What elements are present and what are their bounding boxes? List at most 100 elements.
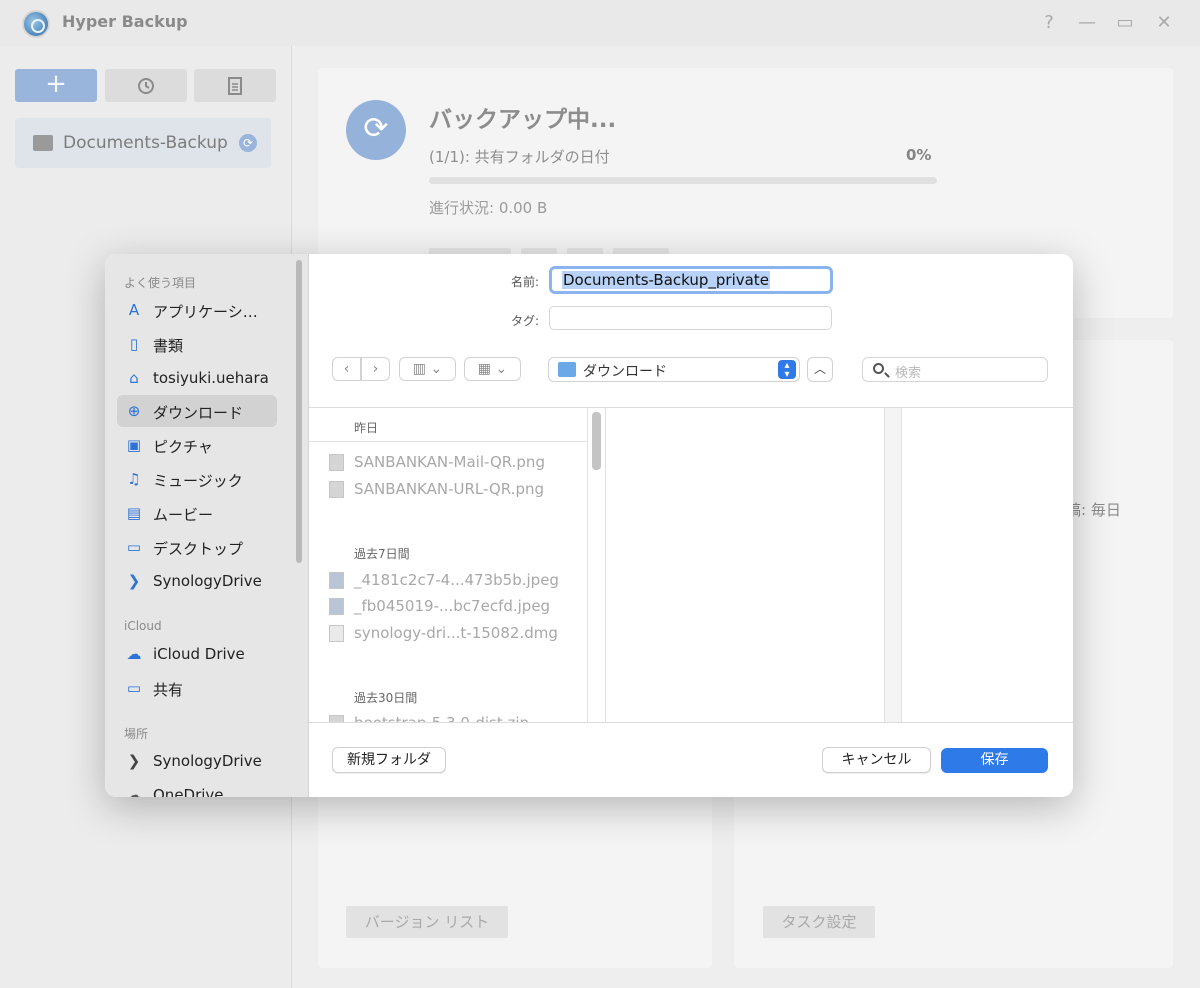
appstore-icon: A: [128, 301, 140, 319]
sidebar-item-music[interactable]: ♫ ミュージック: [117, 463, 277, 495]
tag-field[interactable]: [549, 306, 832, 330]
sidebar-item-desktop[interactable]: ▭ デスクトップ: [117, 531, 277, 563]
view-mode-button[interactable]: ▥ ⌄: [399, 357, 456, 381]
schedule-value: 毎日: [1090, 501, 1121, 519]
forward-button[interactable]: ›: [361, 357, 390, 381]
add-task-button[interactable]: +: [15, 69, 97, 102]
sidebar-item-icloud-drive[interactable]: ☁ iCloud Drive: [117, 638, 277, 670]
grid-icon: ▦: [477, 361, 492, 377]
downloads-folder-icon: [558, 362, 576, 377]
file-column-scrollbar[interactable]: [592, 412, 601, 470]
sidebar-item-downloads[interactable]: ⊕ ダウンロード: [117, 395, 277, 427]
qr-image-icon: [329, 481, 344, 498]
film-icon: ▤: [126, 504, 142, 522]
sidebar-item-synologydrive-location[interactable]: ❯ SynologyDrive: [117, 745, 277, 777]
task-settings-button[interactable]: タスク設定: [763, 906, 875, 938]
new-folder-button[interactable]: 新規フォルダ: [332, 747, 446, 773]
settings-panel: タスク設定: [734, 796, 1173, 968]
name-field[interactable]: Documents-Backup_private: [549, 266, 833, 294]
locations-heading: 場所: [124, 727, 149, 741]
sidebar-item-shared[interactable]: ▭ 共有: [117, 672, 277, 704]
sidebar-item-label: SynologyDrive: [153, 572, 262, 590]
file-item[interactable]: synology-dri...t-15082.dmg: [329, 622, 579, 644]
nas-icon: [33, 135, 53, 151]
sidebar-item-synologydrive[interactable]: ❯ SynologyDrive: [117, 565, 277, 597]
sidebar-item-label: デスクトップ: [153, 540, 244, 558]
file-name: bootstrap-5.3.0-dist.zip: [354, 714, 529, 722]
group-heading-yesterday: 昨日: [354, 421, 379, 435]
columns-icon: ▥: [412, 361, 427, 377]
file-item[interactable]: _4181c2c7-4...473b5b.jpeg: [329, 569, 579, 591]
cloud-icon: ☁: [126, 645, 142, 663]
file-name: _fb045019-...bc7ecfd.jpeg: [354, 597, 551, 615]
desktop-icon: ▭: [126, 538, 142, 556]
location-select[interactable]: ダウンロード ▴ ▾: [548, 357, 800, 382]
search-placeholder: 検索: [895, 366, 922, 381]
sidebar-item-label: SynologyDrive: [153, 752, 262, 770]
updown-arrows-icon: ▴ ▾: [778, 360, 796, 380]
document-icon: [228, 77, 242, 95]
hyper-backup-logo-icon: [22, 10, 50, 38]
sidebar-item-applications[interactable]: A アプリケーシ…: [117, 294, 277, 326]
file-item[interactable]: bootstrap-5.3.0-dist.zip: [329, 712, 579, 722]
shared-folder-icon: ▭: [126, 679, 142, 697]
name-field-value: Documents-Backup_private: [562, 271, 770, 289]
help-icon[interactable]: ?: [1036, 10, 1062, 36]
minimize-icon[interactable]: —: [1074, 10, 1100, 36]
chevron-down-icon: ⌄: [430, 361, 443, 377]
progress-bar: [429, 177, 937, 184]
sidebar-item-label: iCloud Drive: [153, 645, 245, 663]
app-title: Hyper Backup: [62, 12, 188, 31]
sidebar-item-label: 共有: [153, 681, 184, 699]
sidebar-item-label: アプリケーシ…: [153, 303, 258, 321]
file-name: SANBANKAN-Mail-QR.png: [354, 453, 545, 471]
task-item-documents-backup[interactable]: Documents-Backup ⟳: [15, 118, 271, 168]
file-name: synology-dri...t-15082.dmg: [354, 624, 558, 642]
expand-collapse-button[interactable]: ︿: [807, 357, 833, 382]
column-resize-handle[interactable]: [884, 408, 902, 722]
group-heading-30days: 過去30日間: [354, 691, 418, 705]
back-button[interactable]: ‹: [332, 357, 361, 381]
maximize-icon[interactable]: ▭: [1112, 10, 1138, 36]
chevron-down-icon: ⌄: [495, 361, 508, 377]
sidebar-item-label: OneDrive: [153, 786, 224, 797]
sidebar-item-label: tosiyuki.uehara: [153, 369, 269, 387]
backup-sync-icon: ⟳: [346, 100, 406, 160]
group-by-button[interactable]: ▦ ⌄: [464, 357, 521, 381]
zip-file-icon: [329, 715, 344, 722]
sidebar-scrollbar[interactable]: [296, 260, 302, 563]
schedule-text: 鎬: 毎日: [1066, 501, 1121, 519]
file-item[interactable]: SANBANKAN-URL-QR.png: [329, 478, 579, 500]
title-bar: Hyper Backup ? — ▭ ✕: [0, 0, 1200, 46]
sidebar-item-label: ダウンロード: [153, 404, 244, 422]
sidebar-item-documents[interactable]: ▯ 書類: [117, 328, 277, 360]
cloud-icon: ☁: [126, 786, 142, 797]
restore-button[interactable]: [105, 69, 187, 102]
divider: [309, 441, 587, 442]
sidebar-item-home[interactable]: ⌂ tosiyuki.uehara: [117, 362, 277, 394]
file-column: 昨日 SANBANKAN-Mail-QR.png SANBANKAN-URL-Q…: [309, 408, 587, 722]
image-file-icon: [329, 572, 344, 589]
sidebar-item-movies[interactable]: ▤ ムービー: [117, 497, 277, 529]
close-icon[interactable]: ✕: [1151, 10, 1177, 36]
icloud-heading: iCloud: [124, 619, 162, 633]
backup-explorer-button[interactable]: [194, 69, 276, 102]
file-item[interactable]: SANBANKAN-Mail-QR.png: [329, 451, 579, 473]
file-item[interactable]: _fb045019-...bc7ecfd.jpeg: [329, 595, 579, 617]
task-label: Documents-Backup: [63, 133, 228, 153]
sidebar-item-onedrive[interactable]: ☁ OneDrive: [117, 779, 277, 797]
group-heading-7days: 過去7日間: [354, 547, 410, 561]
version-list-button[interactable]: バージョン リスト: [346, 906, 508, 938]
sidebar-item-label: ピクチャ: [153, 438, 213, 456]
sidebar-item-pictures[interactable]: ▣ ピクチャ: [117, 429, 277, 461]
column-divider: [605, 408, 606, 722]
cancel-button[interactable]: キャンセル: [822, 747, 931, 773]
sidebar-item-label: 書類: [153, 337, 184, 355]
location-label: ダウンロード: [583, 364, 667, 380]
column-divider: [587, 408, 588, 722]
download-icon: ⊕: [127, 402, 141, 420]
save-button[interactable]: 保存: [941, 748, 1048, 773]
search-input[interactable]: 検索: [862, 357, 1048, 382]
disk-image-icon: [329, 625, 344, 642]
sidebar-item-label: ムービー: [153, 506, 214, 524]
